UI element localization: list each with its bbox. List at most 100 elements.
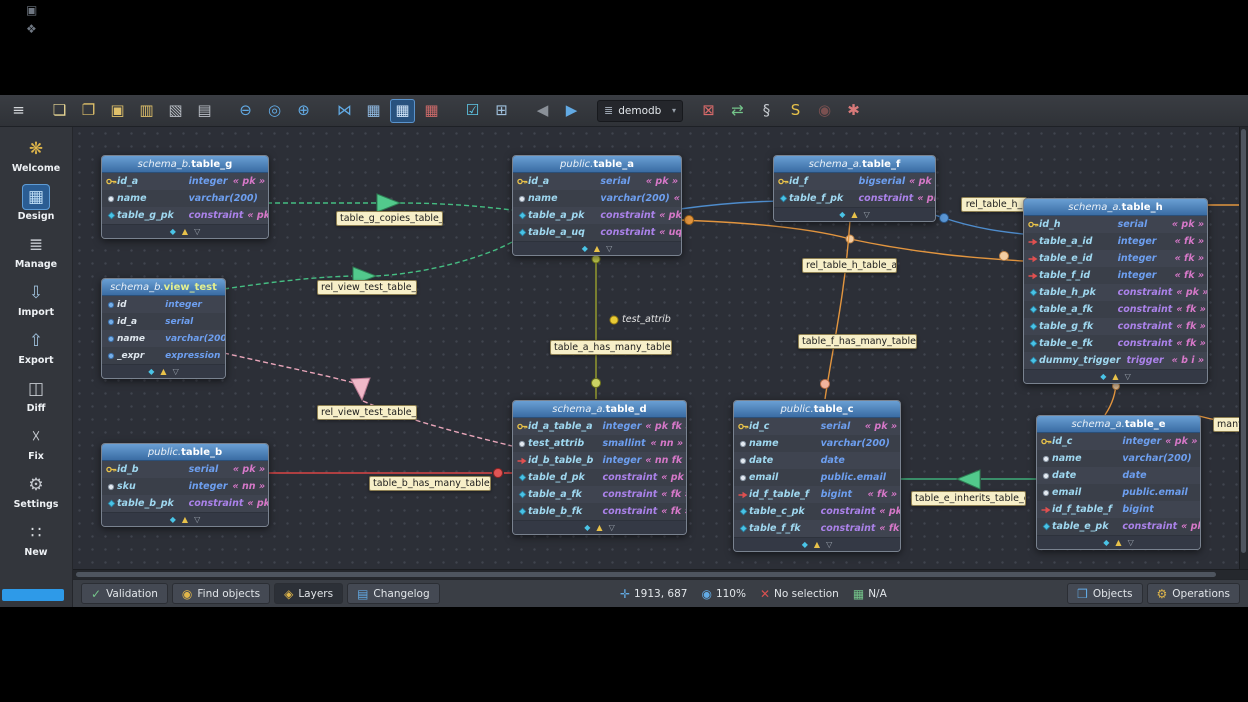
attribute-row[interactable]: table_d_pkconstraint« pk »	[513, 469, 686, 486]
sidebar-item-welcome[interactable]: ❋Welcome	[3, 132, 69, 178]
attribute-row[interactable]: dummy_triggertrigger« b i »	[1024, 352, 1207, 369]
relationship-label[interactable]: table_b_has_many_table_d	[369, 476, 491, 491]
attribute-row[interactable]: id_f_table_fbigint	[1037, 501, 1200, 518]
attribute-row[interactable]: table_h_pkconstraint« pk »	[1024, 284, 1207, 301]
open-model-button[interactable]: ❐	[76, 99, 101, 123]
zoom-reset-button[interactable]: ◎	[262, 99, 287, 123]
entity-table_f[interactable]: schema_a.table_fid_fbigserial« pk »table…	[773, 155, 936, 222]
entity-table_g[interactable]: schema_b.table_gid_ainteger« pk »namevar…	[101, 155, 269, 239]
entity-table_h[interactable]: schema_a.table_hid_hserial« pk »table_a_…	[1023, 198, 1208, 384]
attribute-row[interactable]: emailpublic.email	[734, 469, 900, 486]
vertical-scrollbar[interactable]	[1239, 127, 1248, 569]
save-as-button[interactable]: ▥	[134, 99, 159, 123]
diff-tool-button[interactable]: ⇄	[725, 99, 750, 123]
validation-button[interactable]: ✓Validation	[81, 583, 168, 604]
entity-header[interactable]: schema_b.view_test	[102, 279, 225, 296]
horizontal-scrollbar[interactable]	[73, 569, 1248, 579]
changelog-button[interactable]: ▤Changelog	[347, 583, 440, 604]
entity-header[interactable]: schema_a.table_d	[513, 401, 686, 418]
attribute-row[interactable]: namevarchar(200)	[1037, 450, 1200, 467]
entity-header[interactable]: public.table_a	[513, 156, 681, 173]
relationship-label[interactable]: rel_table_h_table_a	[802, 258, 897, 273]
entity-header[interactable]: schema_a.table_f	[774, 156, 935, 173]
sidebar-item-design[interactable]: ▦Design	[3, 180, 69, 226]
attribute-row[interactable]: table_b_pkconstraint« pk »	[102, 495, 268, 512]
attribute-row[interactable]: table_a_uqconstraint« uq »	[513, 224, 681, 241]
relationship-label[interactable]: rel_view_test_table_a	[317, 280, 417, 295]
relationship-label[interactable]: table_e_inherits_table_c	[911, 491, 1026, 506]
attribute-row[interactable]: table_a_fkconstraint« fk »	[1024, 301, 1207, 318]
sidebar-item-fix[interactable]: ☓Fix	[3, 420, 69, 466]
entity-table_e[interactable]: schema_a.table_eid_cinteger« pk »namevar…	[1036, 415, 1201, 550]
attribute-row[interactable]: id_aserial	[102, 313, 225, 330]
relationship-label[interactable]: table_f_has_many_table_c	[798, 334, 917, 349]
save-model-button[interactable]: ▣	[105, 99, 130, 123]
attribute-row[interactable]: table_c_pkconstraint« pk »	[734, 503, 900, 520]
attribute-row[interactable]: id_a_table_ainteger« pk fk »	[513, 418, 686, 435]
attribute-row[interactable]: table_b_fkconstraint« fk »	[513, 503, 686, 520]
attribute-row[interactable]: table_f_idinteger« fk »	[1024, 267, 1207, 284]
zoom-in-button[interactable]: ⊕	[291, 99, 316, 123]
attribute-row[interactable]: id_ainteger« pk »	[102, 173, 268, 190]
close-model-button[interactable]: ◉	[812, 99, 837, 123]
attribute-row[interactable]: table_g_pkconstraint« pk »	[102, 207, 268, 224]
snap-grid-button[interactable]: ▦	[390, 99, 415, 123]
attribute-row[interactable]: table_f_fkconstraint« fk »	[734, 520, 900, 537]
diagram-canvas[interactable]: table_g_copies_table_a rel_view_test_tabl…	[73, 127, 1239, 569]
relationship-label[interactable]: many	[1213, 417, 1239, 432]
main-menu-button[interactable]: ≡	[6, 99, 31, 123]
entity-table_c[interactable]: public.table_cid_cserial« pk »namevarcha…	[733, 400, 901, 552]
sidebar-item-export[interactable]: ⇧Export	[3, 324, 69, 370]
arrange-objects-button[interactable]: ⊞	[489, 99, 514, 123]
new-model-button[interactable]: ❏	[47, 99, 72, 123]
page-delimiters-button[interactable]: ▦	[419, 99, 444, 123]
desktop-icon-1[interactable]: ▣	[26, 4, 37, 16]
sidebar-item-new[interactable]: ∷New	[3, 516, 69, 562]
relationship-label[interactable]: table_a_has_many_table_d	[550, 340, 672, 355]
attribute-row[interactable]: idinteger	[102, 296, 225, 313]
attribute-row[interactable]: table_e_idinteger« fk »	[1024, 250, 1207, 267]
attribute-row[interactable]: table_g_fkconstraint« fk »	[1024, 318, 1207, 335]
plugins-button[interactable]: ✱	[841, 99, 866, 123]
nav-back-button[interactable]: ◀	[530, 99, 555, 123]
attribute-row[interactable]: namevarchar(200)	[734, 435, 900, 452]
attribute-row[interactable]: id_cserial« pk »	[734, 418, 900, 435]
attribute-row[interactable]: emailpublic.email	[1037, 484, 1200, 501]
entity-table_a[interactable]: public.table_aid_aserial« pk »namevarcha…	[512, 155, 682, 256]
sidebar-item-diff[interactable]: ◫Diff	[3, 372, 69, 418]
select-mode-button[interactable]: ☑	[460, 99, 485, 123]
attribute-row[interactable]: id_f_table_fbigint« fk »	[734, 486, 900, 503]
zoom-out-button[interactable]: ⊖	[233, 99, 258, 123]
sidebar-item-import[interactable]: ⇩Import	[3, 276, 69, 322]
horizontal-scrollbar-handle[interactable]	[76, 572, 1216, 577]
attribute-row[interactable]: datedate	[1037, 467, 1200, 484]
attribute-row[interactable]: skuinteger« nn »	[102, 478, 268, 495]
sidebar-item-manage[interactable]: ≣Manage	[3, 228, 69, 274]
entity-table_d[interactable]: schema_a.table_did_a_table_ainteger« pk …	[512, 400, 687, 535]
entity-header[interactable]: public.table_b	[102, 444, 268, 461]
attribute-row[interactable]: _exprexpression	[102, 347, 225, 364]
attribute-row[interactable]: id_cinteger« pk »	[1037, 433, 1200, 450]
metadata-button[interactable]: §	[754, 99, 779, 123]
entity-table_b[interactable]: public.table_bid_bserial« pk »skuinteger…	[101, 443, 269, 527]
relationship-label[interactable]: rel_table_h_	[961, 197, 1027, 212]
database-selector[interactable]: ≣ demodb ▾	[597, 100, 683, 122]
attribute-row[interactable]: table_f_pkconstraint« pk »	[774, 190, 935, 207]
attribute-row[interactable]: test_attribsmallint« nn »	[513, 435, 686, 452]
fit-view-button[interactable]: ⋈	[332, 99, 357, 123]
attribute-row[interactable]: id_hserial« pk »	[1024, 216, 1207, 233]
attribute-canvas-label[interactable]: test_attrib	[622, 314, 671, 325]
attribute-row[interactable]: id_fbigserial« pk »	[774, 173, 935, 190]
attribute-row[interactable]: id_bserial« pk »	[102, 461, 268, 478]
attribute-row[interactable]: datedate	[734, 452, 900, 469]
sidebar-item-settings[interactable]: ⚙Settings	[3, 468, 69, 514]
attribute-row[interactable]: table_e_fkconstraint« fk »	[1024, 335, 1207, 352]
find-objects-button[interactable]: ◉Find objects	[172, 583, 270, 604]
objects-panel-button[interactable]: ❒Objects	[1067, 583, 1142, 604]
attribute-row[interactable]: table_a_idinteger« fk »	[1024, 233, 1207, 250]
relationship-label[interactable]: rel_view_test_table_d	[317, 405, 417, 420]
sql-tool-button[interactable]: S	[783, 99, 808, 123]
attribute-row[interactable]: id_b_table_binteger« nn fk »	[513, 452, 686, 469]
relationship-label[interactable]: table_g_copies_table_a	[336, 211, 443, 226]
attribute-row[interactable]: table_a_pkconstraint« pk »	[513, 207, 681, 224]
